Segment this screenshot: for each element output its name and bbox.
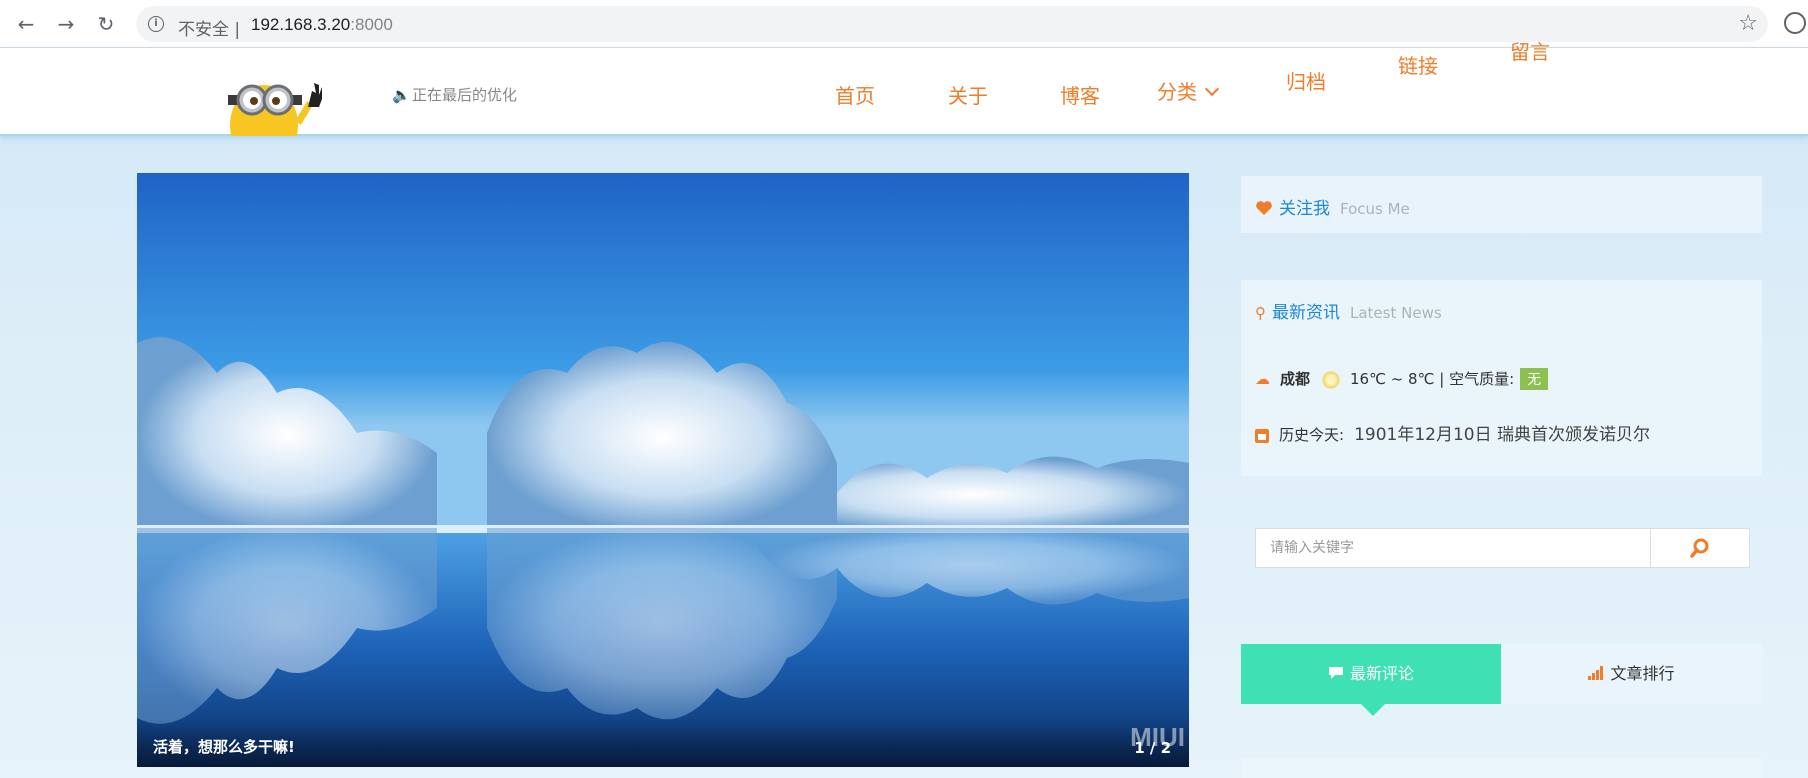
next-panel xyxy=(1241,758,1762,778)
comment-icon xyxy=(1328,645,1344,705)
signal-bars-icon xyxy=(1588,645,1604,705)
nav-links[interactable]: 链接 xyxy=(1398,50,1438,79)
search-icon xyxy=(1690,538,1709,558)
news-panel: ⚲ 最新资讯 Latest News ☁ 成都 16℃ ~ 8℃ | 空气质量: 无 历史… xyxy=(1241,280,1762,476)
site-header: 🔈正在最后的优化 首页 关于 博客 分类 归档 链接 留言 xyxy=(0,40,1808,136)
search-box xyxy=(1255,528,1750,568)
nav-category[interactable]: 分类 xyxy=(1157,76,1220,105)
weather-row: ☁ 成都 16℃ ~ 8℃ | 空气质量: 无 xyxy=(1255,368,1549,390)
nav-about[interactable]: 关于 xyxy=(948,80,988,109)
tab-article-ranking[interactable]: 文章排行 xyxy=(1501,644,1762,704)
speaker-icon: 🔈 xyxy=(392,86,411,104)
slide-image xyxy=(137,173,1189,767)
nav-message[interactable]: 留言 xyxy=(1510,36,1550,65)
slide-caption: 活着，想那么多干嘛! xyxy=(153,738,295,756)
back-arrow-icon[interactable]: ← xyxy=(14,12,38,36)
focus-panel-title: 关注我 Focus Me xyxy=(1255,194,1410,219)
security-label: 不安全 | xyxy=(178,20,241,40)
minion-logo xyxy=(222,63,322,136)
image-slider[interactable]: 活着，想那么多干嘛! MIUI 1 / 2 xyxy=(137,173,1189,767)
search-button[interactable] xyxy=(1650,529,1749,567)
news-panel-title: ⚲ 最新资讯 Latest News xyxy=(1255,303,1442,323)
chevron-down-icon xyxy=(1204,81,1220,97)
history-row: 历史今天: 1901年12月10日 瑞典首次颁发诺贝尔 xyxy=(1255,420,1650,445)
forward-arrow-icon[interactable]: → xyxy=(54,12,78,36)
lightbulb-icon: ⚲ xyxy=(1255,304,1266,322)
nav-archive[interactable]: 归档 xyxy=(1286,66,1326,95)
info-icon[interactable]: i xyxy=(148,16,164,32)
tab-latest-comments[interactable]: 最新评论 xyxy=(1241,644,1501,716)
air-quality-badge: 无 xyxy=(1520,368,1549,390)
notice-text: 🔈正在最后的优化 xyxy=(392,86,518,104)
bookmark-star-icon[interactable]: ☆ xyxy=(1738,11,1758,36)
search-input[interactable] xyxy=(1256,529,1651,567)
heart-icon xyxy=(1256,201,1272,215)
cloud-icon: ☁ xyxy=(1255,370,1270,388)
url-text[interactable]: 192.168.3.20:8000 xyxy=(251,15,393,35)
history-event[interactable]: 1901年12月10日 瑞典首次颁发诺贝尔 xyxy=(1354,425,1650,445)
comments-ranking-tabs: 最新评论 文章排行 xyxy=(1241,644,1762,716)
sun-icon xyxy=(1322,370,1341,389)
extension-icon[interactable] xyxy=(1784,12,1806,34)
slide-counter: 1 / 2 xyxy=(1134,739,1171,757)
calendar-icon xyxy=(1255,428,1269,443)
reload-icon[interactable]: ↻ xyxy=(94,12,118,36)
nav-home[interactable]: 首页 xyxy=(835,80,875,109)
focus-panel: 关注我 Focus Me xyxy=(1241,176,1762,233)
nav-blog[interactable]: 博客 xyxy=(1060,80,1100,109)
